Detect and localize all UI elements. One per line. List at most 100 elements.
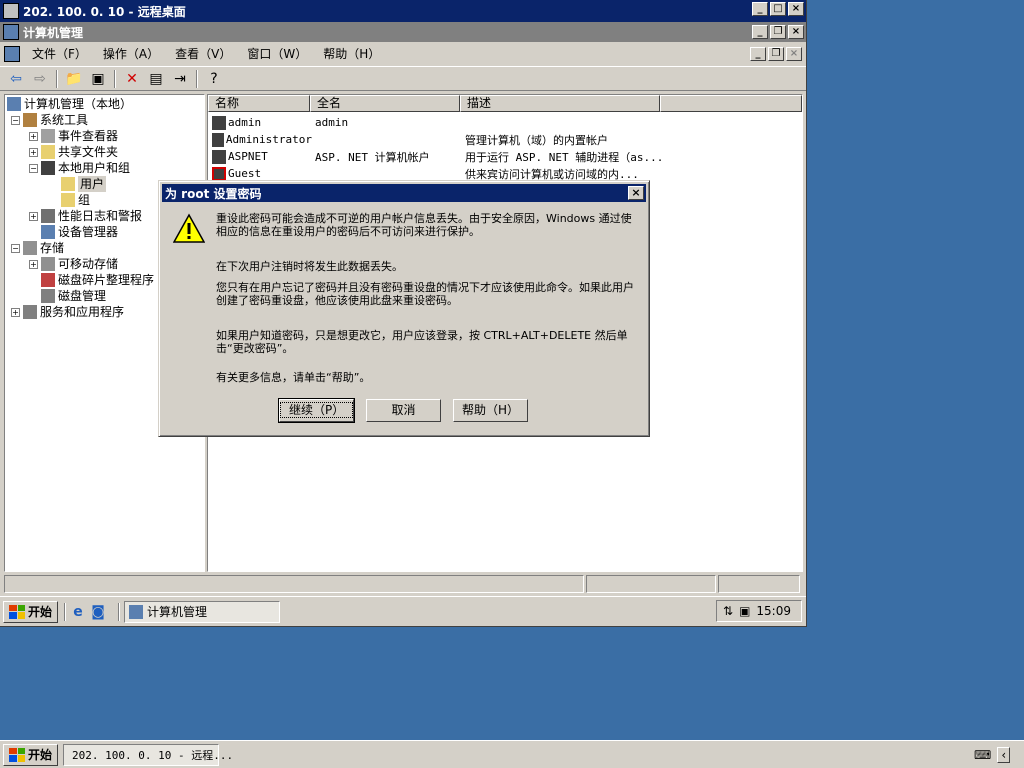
- tree-root[interactable]: 计算机管理（本地）: [7, 96, 132, 112]
- export-list-icon[interactable]: ⇥: [170, 69, 190, 89]
- menu-window[interactable]: 窗口（W）: [239, 44, 315, 64]
- minimize-button[interactable]: _: [752, 2, 768, 16]
- local-start-button[interactable]: 开始: [3, 743, 59, 766]
- tree-item-label: 用户: [78, 176, 107, 192]
- mdi-minimize-button[interactable]: _: [750, 47, 766, 61]
- expand-icon[interactable]: +: [11, 307, 20, 317]
- collapse-icon[interactable]: −: [11, 115, 20, 125]
- cm-close-button[interactable]: ×: [788, 25, 804, 39]
- menu-action[interactable]: 操作（A）: [95, 44, 167, 64]
- maximize-button[interactable]: □: [770, 2, 786, 16]
- user-name: Administrator: [225, 133, 312, 146]
- column-fullname[interactable]: 全名: [310, 95, 460, 112]
- menu-view[interactable]: 查看（V）: [167, 44, 239, 64]
- tree-item-label: 磁盘管理: [58, 289, 107, 303]
- tree-item-shared-folders[interactable]: + 共享文件夹: [29, 144, 118, 160]
- services-icon: [23, 305, 37, 319]
- expand-icon[interactable]: +: [29, 259, 38, 269]
- device-manager-icon: [41, 225, 55, 239]
- disk-management-icon: [41, 289, 55, 303]
- tree-item-storage[interactable]: − 存储: [11, 240, 64, 256]
- close-button[interactable]: ×: [788, 2, 804, 16]
- list-row[interactable]: admin admin: [208, 114, 662, 131]
- tree-item-perf-logs[interactable]: + 性能日志和警报: [29, 208, 142, 224]
- remote-start-button[interactable]: 开始: [3, 600, 59, 623]
- column-name[interactable]: 名称: [208, 95, 310, 112]
- list-row[interactable]: ASPNET ASP. NET 计算机帐户 用于运行 ASP. NET 辅助进程…: [208, 148, 662, 165]
- task-computer-management[interactable]: 计算机管理: [124, 600, 281, 623]
- show-hide-tree-icon[interactable]: ▣: [88, 69, 108, 89]
- tree-item-label: 共享文件夹: [58, 145, 119, 159]
- status-bar: [4, 575, 802, 593]
- continue-label: 继续（P）: [280, 402, 354, 418]
- tree-item-defrag[interactable]: 磁盘碎片整理程序: [41, 272, 154, 288]
- dialog-warning-text: 重设此密码可能会造成不可逆的用户帐户信息丢失。由于安全原因，Windows 通过…: [216, 212, 632, 238]
- defrag-icon: [41, 273, 55, 287]
- dialog-close-button[interactable]: ×: [628, 186, 644, 200]
- collapse-icon[interactable]: −: [11, 243, 20, 253]
- task-remote-desktop[interactable]: 202. 100. 0. 10 - 远程...: [63, 743, 233, 766]
- tree-item-removable-storage[interactable]: + 可移动存储: [29, 256, 118, 272]
- toolbar-separator: [196, 69, 198, 88]
- list-header: 名称 全名 描述: [208, 95, 802, 112]
- dialog-titlebar[interactable]: 为 root 设置密码 ×: [162, 184, 646, 202]
- tray-expand-icon[interactable]: ‹: [997, 747, 1011, 763]
- ie-icon[interactable]: e: [68, 602, 88, 622]
- folder-icon: [61, 193, 75, 207]
- dialog-change-password-text: 如果用户知道密码，只是想更改它，用户应该登录，按 CTRL+ALT+DELETE…: [216, 329, 628, 355]
- help-button[interactable]: 帮助（H）: [453, 399, 528, 422]
- computer-management-titlebar[interactable]: 计算机管理 _ ❐ ×: [0, 22, 806, 42]
- quicklaunch-icon[interactable]: ◙: [88, 602, 108, 622]
- windows-logo-icon: [9, 747, 25, 762]
- tree-item-users[interactable]: 用户: [61, 176, 107, 192]
- expand-icon[interactable]: +: [29, 131, 38, 141]
- back-icon[interactable]: ⇦: [6, 69, 26, 89]
- tree-item-system-tools[interactable]: − 系统工具: [11, 112, 88, 128]
- cm-restore-button[interactable]: ❐: [770, 25, 786, 39]
- forward-icon[interactable]: ⇨: [30, 69, 50, 89]
- collapse-icon[interactable]: −: [29, 163, 38, 173]
- tree-item-device-manager[interactable]: 设备管理器: [41, 224, 118, 240]
- tree-item-groups[interactable]: 组: [61, 192, 90, 208]
- tree-item-disk-management[interactable]: 磁盘管理: [41, 288, 106, 304]
- tree-item-local-users-groups[interactable]: − 本地用户和组: [29, 160, 130, 176]
- remote-desktop-titlebar[interactable]: 202. 100. 0. 10 - 远程桌面 _ □ ×: [0, 0, 806, 22]
- list-row[interactable]: Administrator 管理计算机（域）的内置帐户: [208, 131, 662, 148]
- status-pane: [586, 575, 716, 593]
- disabled-user-icon: [212, 166, 226, 181]
- properties-icon[interactable]: ▤: [146, 69, 166, 89]
- user-name: ASPNET: [228, 150, 268, 163]
- remote-clock: 15:09: [756, 604, 791, 618]
- computer-management-title: 计算机管理: [23, 25, 84, 40]
- help-icon[interactable]: ?: [204, 69, 224, 89]
- local-system-tray: ⌨ ‹: [968, 744, 1016, 766]
- remote-desktop-title: 202. 100. 0. 10 - 远程桌面: [23, 4, 186, 19]
- expand-icon[interactable]: +: [29, 147, 38, 157]
- tree-root-label: 计算机管理（本地）: [24, 97, 133, 111]
- keyboard-icon[interactable]: ⌨: [974, 748, 991, 762]
- tree-item-event-viewer[interactable]: + 事件查看器: [29, 128, 118, 144]
- tree-item-services-apps[interactable]: + 服务和应用程序: [11, 304, 124, 320]
- menu-file[interactable]: 文件（F）: [24, 44, 95, 64]
- status-pane: [718, 575, 800, 593]
- cancel-button[interactable]: 取消: [366, 399, 441, 422]
- monitor-icon[interactable]: ▣: [739, 604, 750, 618]
- reset-password-dialog: 为 root 设置密码 × 重设此密码可能会造成不可逆的用户帐户信息丢失。由于安…: [158, 180, 650, 437]
- network-icon[interactable]: ⇅: [723, 604, 733, 618]
- toolbar-separator: [56, 69, 58, 88]
- tree-item-label: 事件查看器: [58, 129, 119, 143]
- cm-minimize-button[interactable]: _: [752, 25, 768, 39]
- menu-help[interactable]: 帮助（H）: [315, 44, 388, 64]
- dialog-data-loss-text: 在下次用户注销时将发生此数据丢失。: [216, 260, 403, 273]
- tree-item-label: 可移动存储: [58, 257, 119, 271]
- delete-icon[interactable]: ✕: [122, 69, 142, 89]
- mdi-buttons: _ ❐ ×: [750, 47, 802, 61]
- mmc-icon: [4, 46, 20, 62]
- user-fullname: ASP. NET 计算机帐户: [315, 150, 430, 164]
- column-description[interactable]: 描述: [460, 95, 660, 112]
- continue-button[interactable]: 继续（P）: [278, 398, 355, 423]
- mdi-restore-button[interactable]: ❐: [768, 47, 784, 61]
- up-folder-icon[interactable]: 📁: [64, 69, 84, 89]
- expand-icon[interactable]: +: [29, 211, 38, 221]
- mdi-close-button[interactable]: ×: [786, 47, 802, 61]
